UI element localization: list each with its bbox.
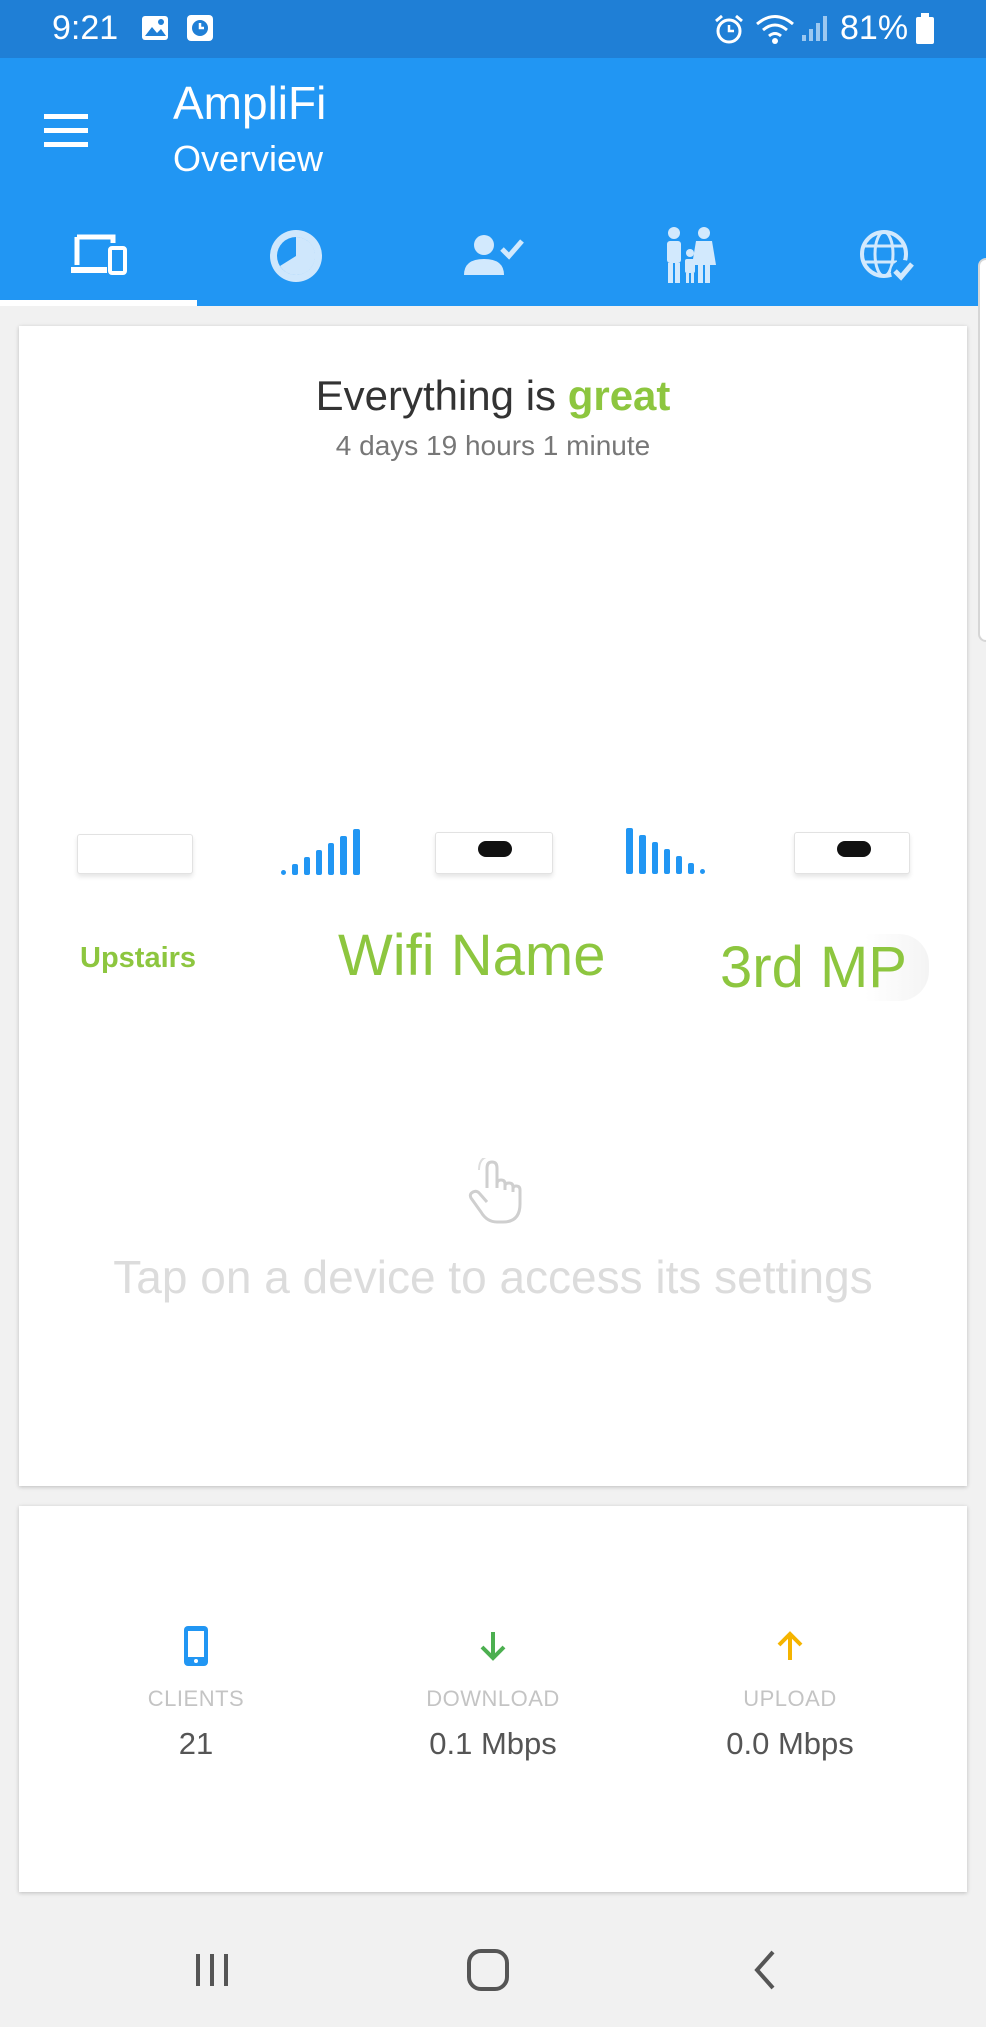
signal-strength-bars-left — [281, 829, 360, 875]
battery-percent: 81% — [840, 9, 909, 47]
overview-card: Everything is great 4 days 19 hours 1 mi… — [19, 326, 967, 1486]
back-button[interactable] — [735, 1940, 795, 2000]
tap-device-hint: Tap on a device to access its settings — [113, 1251, 873, 1303]
clock-app-icon — [185, 13, 215, 48]
mesh-point-3rd[interactable] — [794, 832, 910, 874]
phone-icon — [184, 1626, 208, 1666]
stat-value-upload: 0.0 Mbps — [726, 1726, 854, 1761]
tab-internet[interactable] — [788, 206, 985, 306]
status-time: 9:21 — [52, 9, 119, 47]
battery-icon — [915, 13, 935, 50]
recent-apps-button[interactable] — [182, 1940, 242, 2000]
stat-label-upload: UPLOAD — [743, 1686, 837, 1711]
app-title: AmpliFi — [173, 77, 327, 129]
history-icon — [269, 230, 322, 282]
recent-apps-icon — [196, 1954, 228, 1986]
network-status: Everything is great — [19, 372, 967, 420]
signal-icon — [800, 13, 830, 48]
system-nav-bar — [0, 1910, 986, 2027]
internet-icon — [859, 230, 915, 284]
home-icon — [467, 1949, 509, 1991]
tab-family[interactable] — [591, 206, 788, 306]
stat-clients[interactable]: CLIENTS 21 — [46, 1624, 346, 1762]
app-bar: AmpliFi Overview — [0, 58, 986, 306]
router-main[interactable] — [435, 832, 553, 874]
device-label-wifi-name[interactable]: Wifi Name — [338, 922, 605, 989]
mesh-point-display — [837, 841, 871, 857]
arrow-down-icon — [480, 1632, 506, 1661]
alarm-icon — [713, 13, 745, 50]
tab-devices[interactable] — [0, 206, 197, 306]
stats-card: CLIENTS 21 DOWNLOAD 0.1 Mbps UPLOAD 0.0 … — [19, 1506, 967, 1892]
stat-upload: UPLOAD 0.0 Mbps — [640, 1624, 940, 1762]
page-subtitle: Overview — [173, 138, 324, 179]
home-button[interactable] — [458, 1940, 518, 2000]
hamburger-menu-icon — [44, 114, 88, 147]
device-label-3rd-mp[interactable]: 3rd MP — [716, 934, 929, 1001]
tab-bar — [0, 206, 986, 306]
wifi-icon — [755, 13, 795, 50]
router-display — [478, 841, 512, 857]
arrow-up-icon — [777, 1631, 803, 1660]
stat-label-download: DOWNLOAD — [426, 1686, 560, 1711]
tab-guest[interactable] — [394, 206, 591, 306]
devices-icon — [70, 234, 127, 275]
signal-strength-bars-right — [626, 828, 705, 874]
scroll-handle[interactable] — [978, 258, 986, 642]
stat-download: DOWNLOAD 0.1 Mbps — [343, 1624, 643, 1762]
stat-label-clients: CLIENTS — [147, 1686, 245, 1711]
family-icon — [666, 227, 716, 283]
tab-history[interactable] — [197, 206, 394, 306]
mesh-point-upstairs[interactable] — [77, 834, 193, 874]
menu-button[interactable] — [36, 100, 96, 160]
status-prefix: Everything is — [315, 372, 557, 419]
back-icon — [754, 1950, 775, 1990]
status-word: great — [567, 372, 671, 419]
tap-hand-icon — [465, 1155, 525, 1233]
stat-value-download: 0.1 Mbps — [429, 1726, 557, 1761]
guest-icon — [463, 235, 524, 275]
stat-value-clients: 21 — [178, 1726, 214, 1761]
image-icon — [140, 13, 170, 48]
device-label-upstairs[interactable]: Upstairs — [80, 942, 196, 975]
status-bar: 9:21 81% — [0, 0, 986, 58]
uptime: 4 days 19 hours 1 minute — [335, 430, 651, 461]
selected-tab-indicator — [0, 300, 197, 306]
